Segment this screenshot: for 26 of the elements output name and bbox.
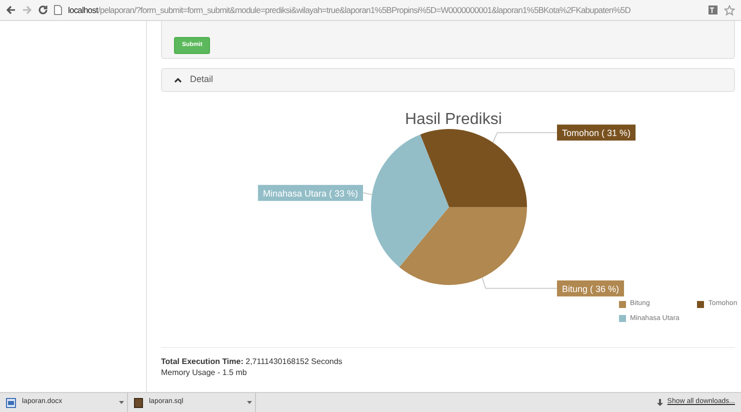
legend-swatch [619, 315, 626, 322]
detail-panel-header[interactable]: Detail [161, 68, 735, 92]
leader-line [492, 132, 558, 143]
data-label: Minahasa Utara ( 33 %) [258, 184, 363, 201]
translate-icon[interactable] [708, 5, 718, 15]
file-icon [134, 398, 143, 408]
legend-swatch [619, 300, 626, 308]
data-label: Bitung ( 36 %) [557, 280, 624, 296]
execution-time-text: Total Execution Time: 2,7111430168152 Seconds [161, 356, 344, 367]
page-icon [54, 5, 62, 15]
reload-icon[interactable] [38, 5, 48, 15]
data-label: Minahasa Utara ( 33 %) [262, 188, 358, 198]
document-icon [6, 398, 16, 408]
star-icon[interactable] [724, 4, 735, 16]
chart-title: Hasil Prediksi [405, 110, 502, 130]
leader-line [362, 192, 372, 196]
memory-usage-text: Memory Usage - 1.5 mb [161, 367, 248, 378]
data-label: Bitung ( 36 %) [562, 284, 620, 294]
data-label: Tomohon ( 31 %) [557, 124, 636, 141]
legend-swatch [697, 300, 704, 308]
back-icon[interactable] [6, 5, 16, 15]
caret-icon[interactable] [247, 400, 252, 404]
caret-icon[interactable] [119, 400, 124, 404]
data-label: Tomohon ( 31 %) [562, 128, 631, 138]
download-icon [657, 398, 664, 406]
panel-title: Detail [190, 73, 214, 86]
